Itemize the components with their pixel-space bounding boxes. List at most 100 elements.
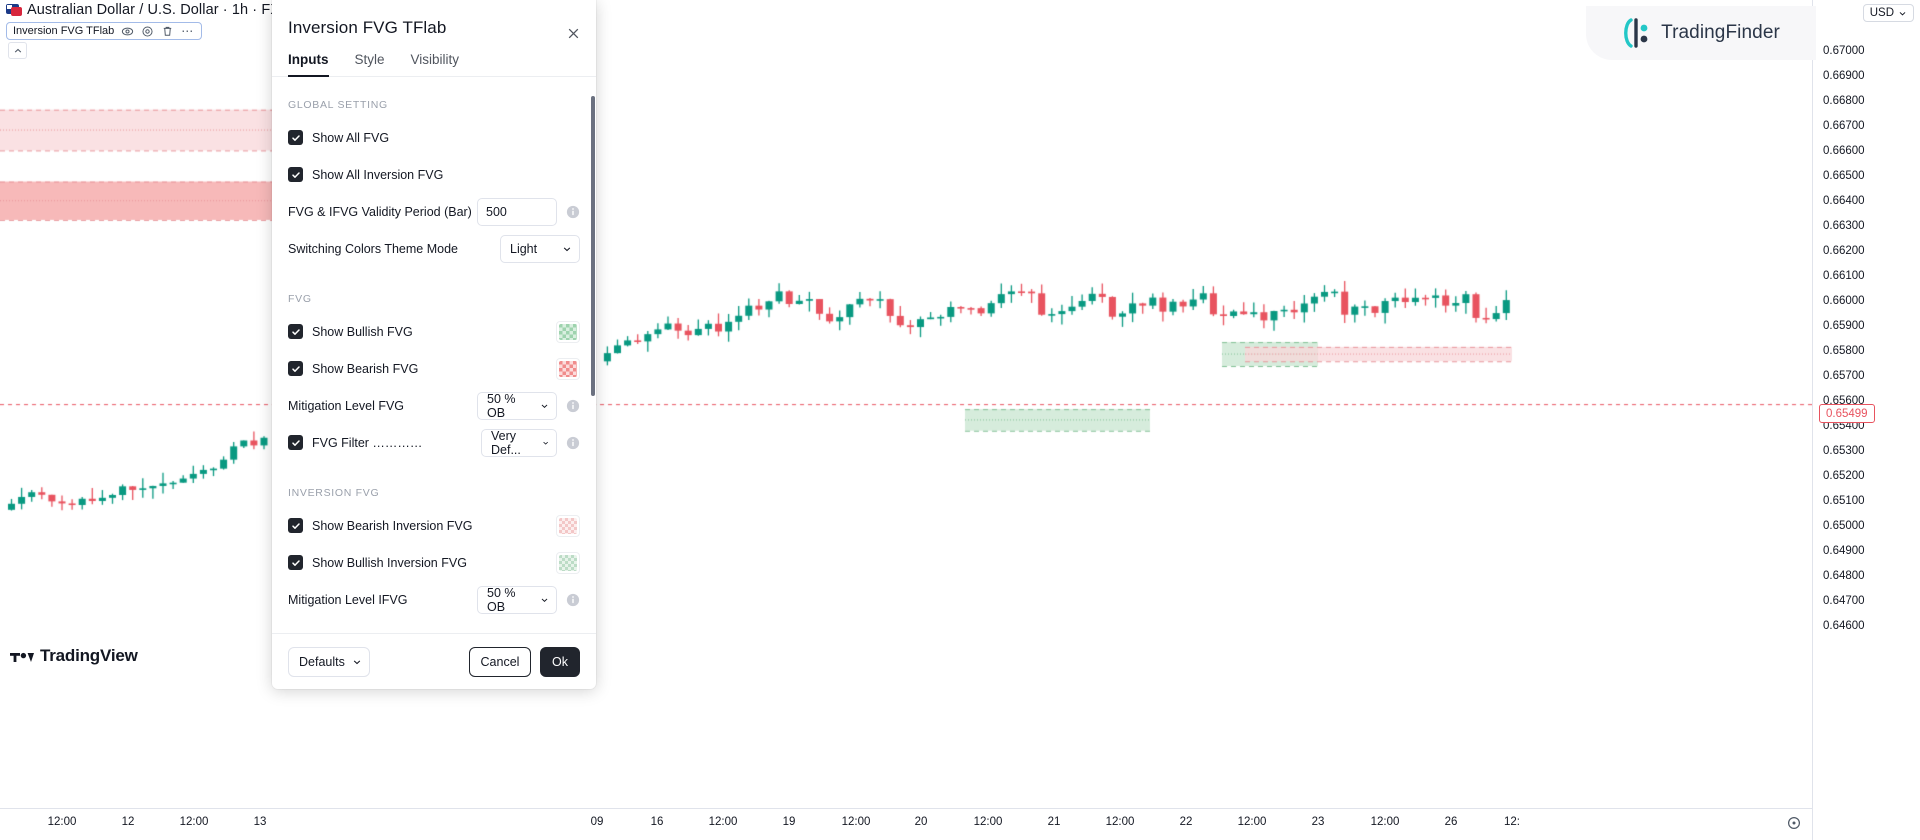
label-show-all-inversion-fvg: Show All Inversion FVG [312, 168, 443, 182]
time-scale[interactable]: 12:001212:0013091612:001912:002012:00211… [0, 808, 1812, 840]
collapse-pane-button[interactable] [8, 42, 27, 59]
chevron-down-icon [540, 595, 549, 605]
chevron-down-icon [562, 244, 572, 254]
crosshair-target-icon[interactable] [1786, 815, 1802, 831]
info-icon[interactable] [566, 593, 580, 607]
dialog-scrollbar[interactable] [591, 96, 595, 396]
checkbox-show-bearish-fvg[interactable] [288, 361, 303, 376]
price-tick: 0.67000 [1823, 45, 1865, 57]
row-mitigation-level-fvg: Mitigation Level FVG 50 % OB [288, 391, 580, 420]
app-root: Australian Dollar / U.S. Dollar · 1h · F… [0, 0, 1920, 840]
tab-style[interactable]: Style [355, 52, 385, 76]
label-show-bullish-inversion-fvg: Show Bullish Inversion FVG [312, 556, 467, 570]
select-switching-colors-theme-mode[interactable]: Light [500, 235, 580, 263]
trash-icon[interactable] [161, 25, 174, 38]
color-swatch-show-bullish-inversion-fvg[interactable] [556, 552, 580, 574]
tradingfinder-watermark: TradingFinder [1586, 6, 1816, 60]
select-fvg-filter[interactable]: Very Def... [481, 429, 557, 457]
check-icon [291, 327, 301, 337]
row-show-bearish-fvg: Show Bearish FVG [288, 354, 580, 383]
checkbox-show-all-fvg[interactable] [288, 130, 303, 145]
price-tick: 0.65800 [1823, 345, 1865, 357]
label-switching-colors-theme-mode: Switching Colors Theme Mode [288, 242, 458, 256]
tab-visibility[interactable]: Visibility [411, 52, 460, 76]
dialog-header: Inversion FVG TFlab [272, 0, 596, 38]
time-tick: 22 [1180, 816, 1193, 828]
price-tick: 0.66400 [1823, 195, 1865, 207]
cancel-button[interactable]: Cancel [469, 647, 531, 677]
color-swatch-show-bearish-fvg[interactable] [556, 358, 580, 380]
eye-icon[interactable] [121, 25, 134, 38]
chevron-down-icon [542, 438, 549, 448]
indicator-chip[interactable]: Inversion FVG TFlab ⋯ [6, 22, 202, 40]
price-tick: 0.65100 [1823, 495, 1865, 507]
currency-label: USD [1870, 7, 1894, 19]
label-show-bearish-fvg: Show Bearish FVG [312, 362, 418, 376]
time-tick: 12:00 [1106, 816, 1135, 828]
section-label-inversion-fvg: INVERSION FVG [288, 465, 580, 503]
tradingview-brand: TradingView [10, 646, 138, 666]
time-tick: 21 [1048, 816, 1061, 828]
row-show-bearish-inversion-fvg: Show Bearish Inversion FVG [288, 511, 580, 540]
info-icon[interactable] [566, 436, 580, 450]
check-icon [291, 364, 301, 374]
color-swatch-show-bullish-fvg[interactable] [556, 321, 580, 343]
chevron-up-icon [13, 46, 23, 56]
checkbox-fvg-filter[interactable] [288, 435, 303, 450]
tab-inputs[interactable]: Inputs [288, 52, 329, 76]
select-value: Very Def... [491, 429, 534, 457]
label-fvg-ifvg-validity-period-bar: FVG & IFVG Validity Period (Bar) [288, 205, 472, 219]
color-swatch-show-bearish-inversion-fvg[interactable] [556, 515, 580, 537]
checkbox-show-bullish-fvg[interactable] [288, 324, 303, 339]
time-tick: 12:00 [842, 816, 871, 828]
price-tick: 0.66100 [1823, 270, 1865, 282]
info-icon[interactable] [566, 399, 580, 413]
close-button[interactable] [562, 22, 584, 44]
dialog-action-buttons: Cancel Ok [469, 647, 580, 677]
time-tick: 16 [651, 816, 664, 828]
price-tick: 0.66600 [1823, 145, 1865, 157]
dialog-body[interactable]: GLOBAL SETTINGShow All FVGShow All Inver… [272, 77, 596, 633]
checkbox-show-all-inversion-fvg[interactable] [288, 167, 303, 182]
row-switching-colors-theme-mode: Switching Colors Theme Mode Light [288, 234, 580, 263]
time-tick: 12 [122, 816, 135, 828]
ok-button[interactable]: Ok [540, 647, 580, 677]
indicator-name-label: Inversion FVG TFlab [13, 25, 114, 37]
check-icon [291, 170, 301, 180]
price-tick: 0.65200 [1823, 470, 1865, 482]
select-mitigation-level-ifvg[interactable]: 50 % OB [477, 586, 557, 614]
section-label-fvg: FVG [288, 271, 580, 309]
price-tick: 0.65000 [1823, 520, 1865, 532]
defaults-button[interactable]: Defaults [288, 647, 370, 677]
checkbox-show-bullish-inversion-fvg[interactable] [288, 555, 303, 570]
info-icon[interactable] [566, 205, 580, 219]
price-scale[interactable]: USD 0.670000.669000.668000.667000.666000… [1812, 0, 1920, 840]
check-icon [291, 558, 301, 568]
dialog-footer: Defaults Cancel Ok [272, 633, 596, 689]
label-mitigation-level-fvg: Mitigation Level FVG [288, 399, 404, 413]
indicator-settings-dialog[interactable]: Inversion FVG TFlab Inputs Style Visibilit… [272, 0, 596, 689]
symbol-title[interactable]: Australian Dollar / U.S. Dollar · 1h · F… [27, 2, 303, 18]
gear-icon[interactable] [141, 25, 154, 38]
price-tick: 0.65300 [1823, 445, 1865, 457]
label-show-all-fvg: Show All FVG [312, 131, 389, 145]
chevron-down-icon [540, 401, 549, 411]
tradingview-label: TradingView [40, 646, 138, 666]
time-tick: 23 [1312, 816, 1325, 828]
more-dots-icon[interactable]: ⋯ [181, 25, 194, 38]
dialog-tabs[interactable]: Inputs Style Visibility [272, 38, 596, 77]
price-tick: 0.66700 [1823, 120, 1865, 132]
select-value: Light [510, 242, 537, 256]
price-tick: 0.64700 [1823, 595, 1865, 607]
checkbox-show-bearish-inversion-fvg[interactable] [288, 518, 303, 533]
time-tick: 19 [783, 816, 796, 828]
price-tick: 0.65900 [1823, 320, 1865, 332]
time-tick: 26 [1445, 816, 1458, 828]
price-tick: 0.66800 [1823, 95, 1865, 107]
currency-selector[interactable]: USD [1863, 4, 1914, 22]
time-tick: 09 [591, 816, 604, 828]
chevron-down-icon [1898, 9, 1907, 18]
time-tick: 12:00 [48, 816, 77, 828]
input-fvg-ifvg-validity-period-bar[interactable] [477, 198, 557, 226]
select-mitigation-level-fvg[interactable]: 50 % OB [477, 392, 557, 420]
